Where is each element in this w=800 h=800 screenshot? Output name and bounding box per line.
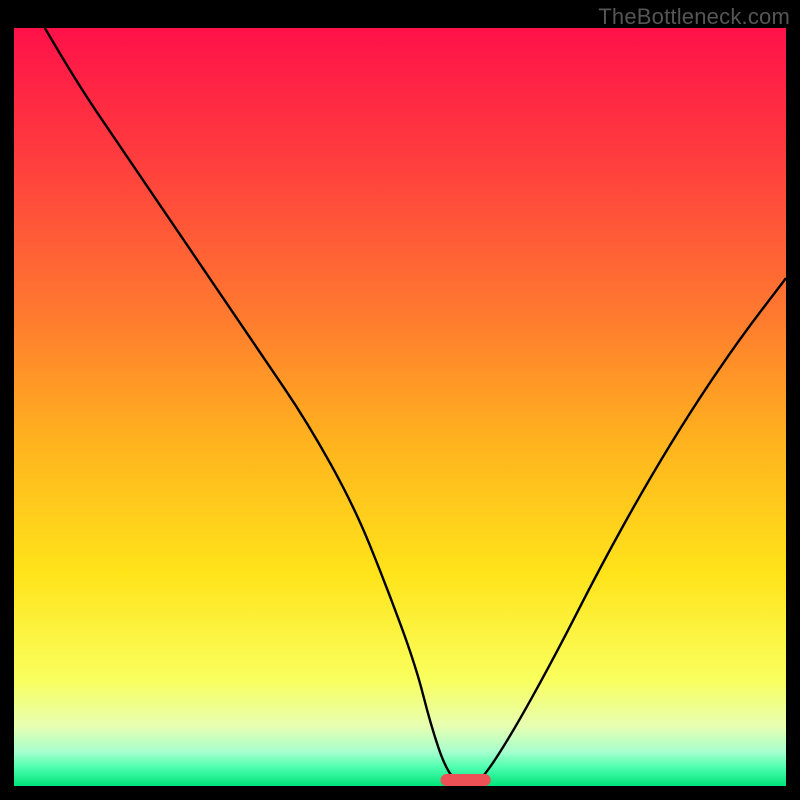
plot-area [14, 28, 786, 786]
bottleneck-chart [14, 28, 786, 786]
watermark-text: TheBottleneck.com [598, 4, 790, 30]
gradient-background [14, 28, 786, 786]
optimal-marker [441, 774, 491, 786]
chart-frame: TheBottleneck.com [0, 0, 800, 800]
